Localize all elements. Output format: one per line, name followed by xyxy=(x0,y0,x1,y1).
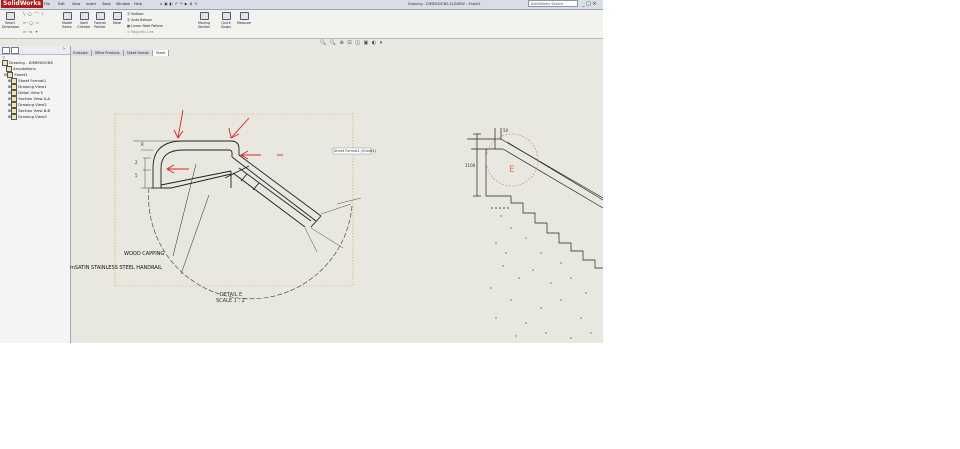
dimension-lines xyxy=(133,140,362,253)
snap-icon xyxy=(221,12,231,20)
label-stainless-handrail[interactable]: mSATIN STAINLESS STEEL HANDRAIL xyxy=(70,265,162,271)
smart-dimension-button[interactable]: Smart Dimension xyxy=(2,12,20,29)
dim-height-1100[interactable]: 1100 xyxy=(465,163,475,168)
model-items-icon xyxy=(62,12,72,20)
quick-access-toolbar[interactable]: ⌂▣◧↶↷▶⚙✎ xyxy=(160,1,199,7)
detail-view-scale[interactable]: SCALE 1 : 2 xyxy=(216,298,245,304)
moving-section-button[interactable]: Moving Section xyxy=(193,12,215,29)
feature-tree: Drawing - DIMENSIONS Annotations ⊟ Sheet1… xyxy=(0,60,70,120)
format-painter-button[interactable]: Format Painter xyxy=(93,12,107,29)
solidworks-logo[interactable]: SolidWorks xyxy=(1,0,43,8)
quick-snaps-button[interactable]: Quick Snaps xyxy=(219,12,233,29)
solidworks-window: SolidWorks File Edit View Insert Tools W… xyxy=(0,0,603,343)
magnetic-line-button[interactable]: ≡ Magnetic Line xyxy=(127,30,154,34)
concrete-hatch xyxy=(490,215,592,339)
stair-section-view xyxy=(467,128,603,269)
spell-check-icon xyxy=(79,12,89,20)
view-icon xyxy=(11,114,18,120)
measure-button[interactable]: Measure xyxy=(236,12,252,25)
paintbrush-icon xyxy=(95,12,105,20)
svg-text:5: 5 xyxy=(135,173,138,178)
red-annotation-arrows xyxy=(166,109,283,174)
dimension-icon xyxy=(5,12,15,20)
detail-view-boundary[interactable] xyxy=(114,113,354,287)
section-icon xyxy=(199,12,209,20)
handrail-geometry xyxy=(151,140,322,228)
tooltip-text: Sheet Format1 (Sheet1) xyxy=(334,149,376,153)
detail-e-circle[interactable] xyxy=(485,133,539,187)
label-wood-capping[interactable]: WOOD CAPPING xyxy=(124,251,164,257)
auto-balloon-button[interactable]: ⓐ Auto Balloon xyxy=(127,18,152,22)
detail-circle-arc xyxy=(148,187,353,300)
sketch-tools-row3[interactable]: ▭ · ⊙ · ✦ xyxy=(23,30,38,34)
svg-text:2: 2 xyxy=(135,160,138,165)
window-controls[interactable]: _ □ × xyxy=(582,0,597,8)
property-manager-tab-icon[interactable] xyxy=(11,47,19,54)
title-bar: SolidWorks File Edit View Insert Tools W… xyxy=(0,0,603,10)
linear-note-pattern-button[interactable]: ▦ Linear Note Pattern xyxy=(127,24,163,28)
tree-item-drawing-view3[interactable]: ⊞ Drawing View3 xyxy=(0,114,70,120)
feature-manager-panel: › ▽ Drawing - DIMENSIONS Annotations ⊟ Sh… xyxy=(0,46,71,343)
sketch-tools-row2[interactable]: ▭ · ◯ · ∿ xyxy=(23,21,39,25)
command-manager-ribbon: Smart Dimension ╲ · ◯ · ⌒ · ⌇ ▭ · ◯ · ∿ … xyxy=(0,10,603,39)
detail-e-letter[interactable]: E xyxy=(509,165,515,175)
note-icon xyxy=(112,12,122,20)
svg-text:R: R xyxy=(141,142,144,147)
menu-file[interactable]: File xyxy=(44,1,50,7)
balloon-button[interactable]: ⓐ Balloon xyxy=(127,12,144,16)
feature-tree-tab-icon[interactable] xyxy=(2,47,10,54)
document-title: Drawing - DIMENSIONS.SLDDRW - Sheet1 xyxy=(408,2,481,6)
menu-edit[interactable]: Edit xyxy=(58,1,65,7)
drawing-canvas[interactable]: 2 5 R xyxy=(71,38,603,343)
menu-insert[interactable]: Insert xyxy=(86,1,96,7)
sketch-tools-row1[interactable]: ╲ · ◯ · ⌒ · ⌇ xyxy=(23,12,43,16)
panel-tabs: › xyxy=(0,46,70,55)
panel-expand-icon[interactable]: › xyxy=(63,47,66,52)
menu-tools[interactable]: Tools xyxy=(102,1,111,7)
dim-small-50[interactable]: 50 xyxy=(503,128,508,133)
spell-checker-button[interactable]: Spell Checker xyxy=(76,12,92,29)
model-items-button[interactable]: Model Items xyxy=(60,12,74,29)
search-input[interactable]: SolidWorks Search xyxy=(528,0,578,7)
menu-view[interactable]: View xyxy=(72,1,80,7)
dimension-numbers: 2 5 R xyxy=(135,142,144,178)
menu-window[interactable]: Window xyxy=(116,1,130,7)
note-button[interactable]: Note xyxy=(110,12,124,25)
ruler-icon xyxy=(239,12,249,20)
menu-help[interactable]: Help xyxy=(134,1,142,7)
